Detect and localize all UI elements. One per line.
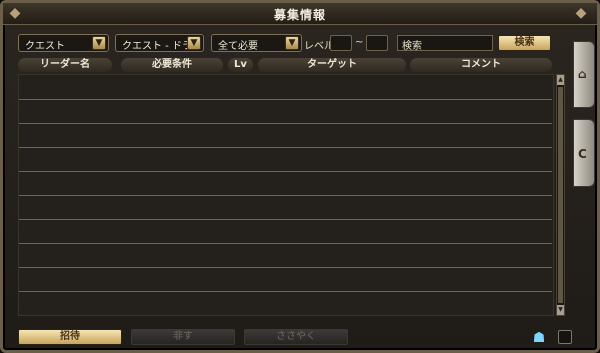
table-row-divider xyxy=(19,123,552,124)
window-titlebar: ◆ 募集情報 ◆ xyxy=(3,3,597,25)
scroll-down-icon[interactable]: ▼ xyxy=(557,305,564,315)
level-dash: ~ xyxy=(355,37,364,48)
side-tab-return[interactable]: C xyxy=(573,119,595,187)
side-tab-party[interactable]: ⌂ xyxy=(573,41,595,108)
chat-icon[interactable]: ☗ xyxy=(530,329,548,347)
category-select[interactable]: クエスト ▼ xyxy=(18,34,109,52)
party-icon: ⌂ xyxy=(578,67,587,81)
requirement-select[interactable]: 全て必要 ▼ xyxy=(211,34,302,52)
scroll-up-icon[interactable]: ▲ xyxy=(557,75,564,85)
recruitment-list[interactable] xyxy=(18,74,554,316)
header-comment[interactable]: コメント xyxy=(410,58,552,72)
vertical-scrollbar[interactable]: ▲ ▼ xyxy=(556,74,565,316)
dropdown-arrow-icon: ▼ xyxy=(285,36,299,50)
table-row-divider xyxy=(19,171,552,172)
table-row-divider xyxy=(19,243,552,244)
quest-select[interactable]: クエスト - ドラ… ▼ xyxy=(115,34,204,52)
window-title: 募集情報 xyxy=(273,8,326,22)
filter-bar: クエスト ▼ クエスト - ドラ… ▼ 全て必要 ▼ レベル ~ 検索 検索 xyxy=(18,34,553,54)
dropdown-arrow-icon: ▼ xyxy=(92,36,106,50)
level-max-input[interactable] xyxy=(366,35,388,51)
header-requirement[interactable]: 必要条件 xyxy=(121,58,223,72)
requirement-select-label: 全て必要 xyxy=(218,41,258,52)
header-level[interactable]: Lv xyxy=(228,58,253,72)
search-input[interactable]: 検索 xyxy=(397,35,493,52)
dropdown-arrow-icon: ▼ xyxy=(187,36,201,50)
scroll-thumb[interactable] xyxy=(558,87,563,303)
level-min-input[interactable] xyxy=(330,35,352,51)
table-row-divider xyxy=(19,147,552,148)
header-target[interactable]: ターゲット xyxy=(258,58,406,72)
recruitment-window: ◆ 募集情報 ◆ クエスト ▼ クエスト - ドラ… ▼ 全て必要 ▼ レベル … xyxy=(0,0,600,353)
table-row-divider xyxy=(19,267,552,268)
table-row-divider xyxy=(19,291,552,292)
category-select-label: クエスト xyxy=(25,41,65,52)
table-row-divider xyxy=(19,195,552,196)
bottom-bar: 招待 非す ささやく xyxy=(18,329,558,347)
invite-button[interactable]: 招待 xyxy=(18,329,122,345)
table-row-divider xyxy=(19,99,552,100)
return-icon: C xyxy=(578,147,587,161)
table-header: リーダー名 必要条件 Lv ターゲット コメント xyxy=(18,58,554,72)
secret-button[interactable]: 非す xyxy=(131,329,235,345)
corner-right-icon: ◆ xyxy=(575,5,587,21)
whisper-button[interactable]: ささやく xyxy=(244,329,348,345)
table-row-divider xyxy=(19,219,552,220)
search-button[interactable]: 検索 xyxy=(498,35,551,51)
header-leader[interactable]: リーダー名 xyxy=(18,58,112,72)
checkbox[interactable] xyxy=(558,330,572,344)
